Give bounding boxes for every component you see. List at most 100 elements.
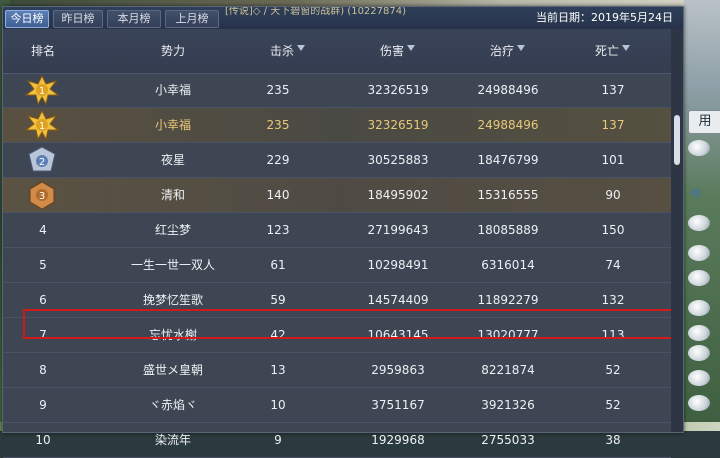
healing-value: 18476799 — [477, 153, 539, 167]
healing-value: 24988496 — [477, 118, 539, 132]
faction-name: 盛世メ皇朝 — [142, 363, 203, 377]
table-row[interactable]: 2 夜星 229 30525883 18476799 101 — [3, 143, 671, 178]
side-orb-icon[interactable] — [688, 395, 710, 411]
side-use-button[interactable]: 用 — [688, 110, 720, 134]
side-orb-icon[interactable] — [688, 245, 710, 261]
kills-value: 123 — [266, 223, 290, 237]
kills-value: 61 — [270, 258, 286, 272]
rank-value: 10 — [35, 433, 51, 447]
tab-this-month[interactable]: 本月榜 — [107, 10, 161, 28]
faction-name: 小幸福 — [154, 118, 191, 132]
faction-name: 小幸福 — [154, 83, 191, 97]
column-faction: 势力 — [83, 43, 263, 59]
column-deaths[interactable]: 死亡 — [573, 43, 653, 59]
damage-value: 27199643 — [367, 223, 429, 237]
side-orb-icon[interactable] — [688, 325, 710, 341]
tab-today[interactable]: 今日榜 — [5, 10, 49, 28]
refresh-arrow-icon[interactable]: ⟲ — [690, 186, 712, 200]
kills-value: 140 — [266, 188, 290, 202]
table-row[interactable]: 6 挽梦忆笙歌 59 14574409 11892279 132 — [3, 283, 671, 318]
damage-value: 3751167 — [371, 398, 425, 412]
sort-down-icon[interactable] — [406, 45, 416, 53]
deaths-value: 137 — [601, 118, 625, 132]
healing-value: 24988496 — [477, 83, 539, 97]
side-orb-icon[interactable] — [688, 270, 710, 286]
healing-value: 6316014 — [481, 258, 535, 272]
kills-value: 13 — [270, 363, 286, 377]
side-orb-icon[interactable] — [688, 140, 710, 156]
ranking-panel: 今日榜 昨日榜 本月榜 上月榜 [传说]◇ / 天下碧窗的战群) (102278… — [2, 6, 684, 458]
scrollbar[interactable] — [671, 29, 683, 432]
column-healing[interactable]: 治疗 — [443, 43, 573, 59]
ranking-list: 1 小幸福 235 32326519 24988496 137 1 小幸福 23… — [3, 73, 671, 458]
kills-value: 229 — [266, 153, 290, 167]
table-row[interactable]: 1 小幸福 235 32326519 24988496 137 — [3, 73, 671, 108]
current-date-label: 当前日期：2019年5月24日 — [536, 11, 673, 24]
rank-value: 5 — [39, 258, 47, 272]
faction-name: 染流年 — [154, 433, 191, 447]
scrollbar-thumb[interactable] — [674, 115, 680, 165]
faction-name: 忘忧水榭 — [148, 328, 197, 342]
silver-medal-icon: 2 — [28, 146, 56, 172]
column-rank: 排名 — [17, 43, 69, 59]
rank-value: 4 — [39, 223, 47, 237]
table-row[interactable]: 5 一生一世一双人 61 10298491 6316014 74 — [3, 248, 671, 283]
table-row[interactable]: 1 小幸福 235 32326519 24988496 137 — [3, 108, 671, 143]
healing-value: 11892279 — [477, 293, 539, 307]
kills-value: 9 — [274, 433, 282, 447]
deaths-value: 38 — [605, 433, 621, 447]
rank-value: 6 — [39, 293, 47, 307]
faction-name: 一生一世一双人 — [130, 258, 215, 272]
rank-value: 8 — [39, 363, 47, 377]
sort-down-icon[interactable] — [621, 45, 631, 53]
deaths-value: 52 — [605, 398, 621, 412]
column-damage[interactable]: 伤害 — [343, 43, 453, 59]
table-row[interactable]: 4 红尘梦 123 27199643 18085889 150 — [3, 213, 671, 248]
damage-value: 1929968 — [371, 433, 425, 447]
side-orb-icon[interactable] — [688, 215, 710, 231]
panel-header: 今日榜 昨日榜 本月榜 上月榜 [传说]◇ / 天下碧窗的战群) (102278… — [3, 7, 683, 30]
healing-value: 2755033 — [481, 433, 535, 447]
faction-name: 红尘梦 — [154, 223, 191, 237]
tab-yesterday[interactable]: 昨日榜 — [53, 10, 103, 28]
gold-medal-icon: 1 — [25, 110, 59, 140]
table-row[interactable]: 3 清和 140 18495902 15316555 90 — [3, 178, 671, 213]
damage-value: 30525883 — [367, 153, 429, 167]
damage-value: 10643145 — [367, 328, 429, 342]
side-orb-icon[interactable] — [688, 370, 710, 386]
faction-name: 夜星 — [160, 153, 185, 167]
kills-value: 10 — [270, 398, 286, 412]
table-row-selected[interactable]: 7 忘忧水榭 42 10643145 13020777 113 — [3, 318, 671, 353]
background-chat-strip: [传说]◇ / 天下碧窗的战群) (10227874) — [225, 7, 407, 17]
side-orb-icon[interactable] — [688, 345, 710, 361]
damage-value: 32326519 — [367, 118, 429, 132]
table-row[interactable]: 8 盛世メ皇朝 13 2959863 8221874 52 — [3, 353, 671, 388]
medal-rank: 1 — [39, 86, 45, 97]
medal-rank: 2 — [39, 157, 45, 168]
table-row[interactable]: 10 染流年 9 1929968 2755033 38 — [3, 423, 671, 458]
kills-value: 59 — [270, 293, 286, 307]
sort-down-icon[interactable] — [296, 45, 306, 53]
damage-value: 14574409 — [367, 293, 429, 307]
tab-last-month[interactable]: 上月榜 — [165, 10, 219, 28]
damage-value: 2959863 — [371, 363, 425, 377]
column-rank-label: 排名 — [30, 44, 55, 58]
damage-value: 10298491 — [367, 258, 429, 272]
side-orb-icon[interactable] — [688, 300, 710, 316]
deaths-value: 132 — [601, 293, 625, 307]
column-deaths-label: 死亡 — [594, 44, 619, 58]
deaths-value: 101 — [601, 153, 625, 167]
damage-value: 18495902 — [367, 188, 429, 202]
faction-name: 挽梦忆笙歌 — [142, 293, 203, 307]
faction-name: ヾ赤焰ヾ — [148, 398, 197, 412]
deaths-value: 52 — [605, 363, 621, 377]
column-faction-label: 势力 — [160, 44, 185, 58]
sort-down-icon[interactable] — [516, 45, 526, 53]
gold-medal-icon: 1 — [25, 75, 59, 105]
bronze-medal-icon: 3 — [29, 181, 55, 210]
column-kills-label: 击杀 — [269, 44, 294, 58]
healing-value: 15316555 — [477, 188, 539, 202]
table-row[interactable]: 9 ヾ赤焰ヾ 10 3751167 3921326 52 — [3, 388, 671, 423]
column-kills[interactable]: 击杀 — [243, 43, 333, 59]
deaths-value: 137 — [601, 83, 625, 97]
